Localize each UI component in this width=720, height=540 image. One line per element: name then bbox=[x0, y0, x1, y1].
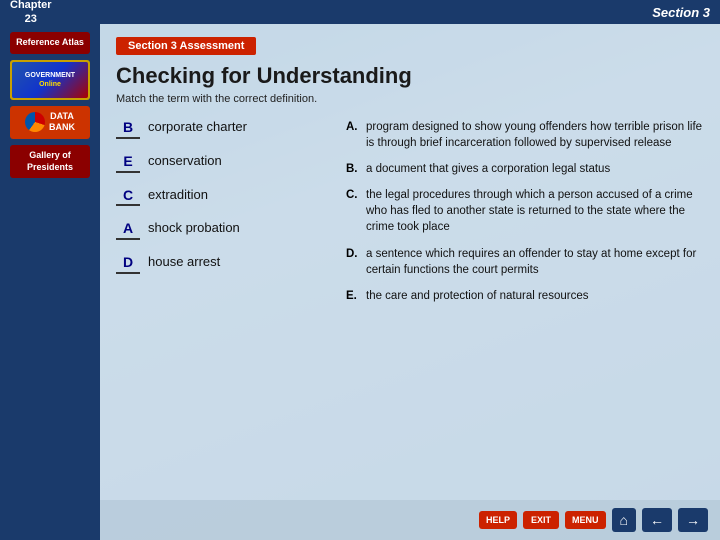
def-text-e: the care and protection of natural resou… bbox=[366, 288, 588, 304]
match-item-2: E conservation bbox=[116, 153, 326, 173]
match-list: B corporate charter E conservation C ext… bbox=[116, 119, 326, 314]
def-text-b: a document that gives a corporation lega… bbox=[366, 161, 610, 177]
subtitle: Match the term with the correct definiti… bbox=[116, 93, 704, 105]
government-online-logo: GOVERNMENTOnline bbox=[12, 62, 88, 98]
def-item-a: A. program designed to show young offend… bbox=[346, 119, 704, 151]
term-5: house arrest bbox=[148, 254, 220, 271]
nav-forward-button[interactable]: → bbox=[678, 508, 708, 532]
main-content: Section 3 Assessment Checking for Unders… bbox=[100, 24, 720, 540]
term-2: conservation bbox=[148, 153, 222, 170]
def-letter-a: A. bbox=[346, 119, 360, 151]
section-label: Section 3 bbox=[652, 5, 710, 20]
match-item-5: D house arrest bbox=[116, 254, 326, 274]
content-columns: B corporate charter E conservation C ext… bbox=[116, 119, 704, 314]
sidebar: Reference Atlas GOVERNMENTOnline DATABAN… bbox=[0, 24, 100, 540]
term-1: corporate charter bbox=[148, 119, 247, 136]
def-letter-d: D. bbox=[346, 246, 360, 278]
def-text-a: program designed to show young offenders… bbox=[366, 119, 704, 151]
sidebar-item-reference-atlas[interactable]: Reference Atlas bbox=[10, 32, 90, 54]
def-text-d: a sentence which requires an offender to… bbox=[366, 246, 704, 278]
answer-3: C bbox=[116, 187, 140, 207]
def-item-b: B. a document that gives a corporation l… bbox=[346, 161, 704, 177]
answer-2: E bbox=[116, 153, 140, 173]
answer-1: B bbox=[116, 119, 140, 139]
match-item-4: A shock probation bbox=[116, 220, 326, 240]
answer-5: D bbox=[116, 254, 140, 274]
def-letter-c: C. bbox=[346, 187, 360, 235]
chapter-label: Chapter 23 bbox=[0, 0, 62, 28]
menu-button[interactable]: MENU bbox=[565, 511, 606, 529]
bottom-nav-bar: HELP EXIT MENU ⌂ ← → bbox=[100, 500, 720, 540]
sidebar-item-gallery-presidents[interactable]: Gallery ofPresidents bbox=[10, 145, 90, 178]
help-button[interactable]: HELP bbox=[479, 511, 517, 529]
def-text-c: the legal procedures through which a per… bbox=[366, 187, 704, 235]
definitions-list: A. program designed to show young offend… bbox=[346, 119, 704, 314]
term-4: shock probation bbox=[148, 220, 240, 237]
term-3: extradition bbox=[148, 187, 208, 204]
def-letter-e: E. bbox=[346, 288, 360, 304]
sidebar-item-government-online[interactable]: GOVERNMENTOnline bbox=[10, 60, 90, 100]
def-item-e: E. the care and protection of natural re… bbox=[346, 288, 704, 304]
data-bank-icon bbox=[25, 112, 45, 132]
def-item-d: D. a sentence which requires an offender… bbox=[346, 246, 704, 278]
top-bar: Chapter 23 Section 3 bbox=[0, 0, 720, 24]
def-item-c: C. the legal procedures through which a … bbox=[346, 187, 704, 235]
sidebar-item-data-bank[interactable]: DATABANK bbox=[10, 106, 90, 139]
nav-back-button[interactable]: ← bbox=[642, 508, 672, 532]
nav-home-button[interactable]: ⌂ bbox=[612, 508, 636, 532]
assessment-banner: Section 3 Assessment bbox=[116, 37, 256, 55]
exit-button[interactable]: EXIT bbox=[523, 511, 559, 529]
match-item-1: B corporate charter bbox=[116, 119, 326, 139]
page-title: Checking for Understanding bbox=[116, 63, 704, 89]
match-item-3: C extradition bbox=[116, 187, 326, 207]
def-letter-b: B. bbox=[346, 161, 360, 177]
answer-4: A bbox=[116, 220, 140, 240]
